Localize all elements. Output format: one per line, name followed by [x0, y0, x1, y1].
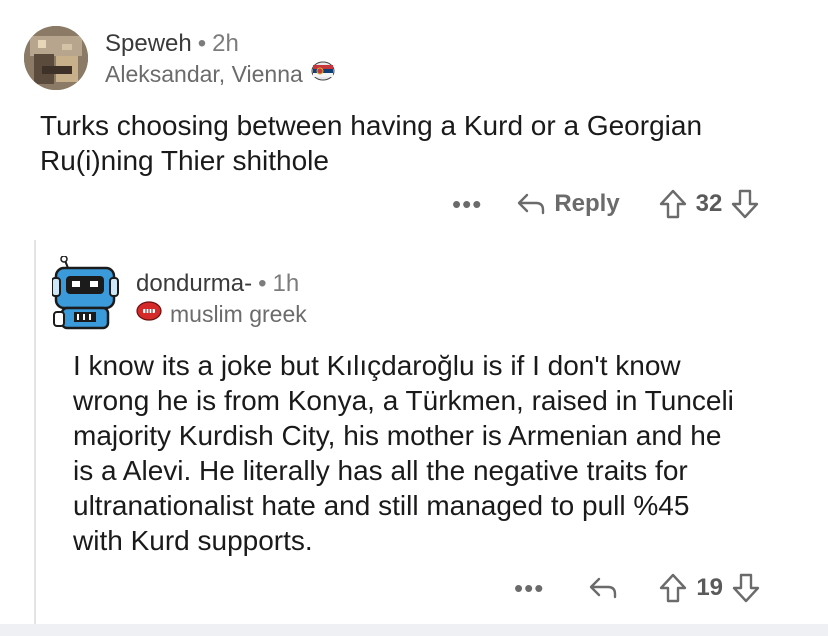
comment-actions: ••• Reply 32	[452, 188, 760, 220]
reply-button[interactable]: Reply	[516, 190, 620, 218]
upvote-arrow-icon[interactable]	[658, 572, 688, 604]
comment-text-line: I know its a joke but Kılıçdaroğlu is if…	[73, 350, 681, 381]
downvote-arrow-icon[interactable]	[730, 188, 760, 220]
upvote-arrow-icon[interactable]	[658, 188, 688, 220]
bottom-bar	[0, 624, 828, 636]
reply-arrow-icon	[590, 577, 617, 599]
user-flair: muslim greek	[136, 300, 307, 328]
comment-text-line: ultranationalist hate and still managed …	[73, 490, 690, 521]
red-face-emoji-icon	[136, 300, 162, 328]
comment-actions: ••• 19	[514, 572, 761, 604]
comment-meta: dondurma- • 1h	[136, 270, 299, 298]
reply-button[interactable]	[588, 575, 618, 601]
author-name[interactable]: Speweh	[105, 30, 192, 58]
comment-text-line: majority Kurdish City, his mother is Arm…	[73, 420, 722, 451]
more-options-button[interactable]: •••	[452, 189, 482, 220]
meta-separator: •	[258, 270, 267, 297]
reply-arrow-icon	[518, 193, 545, 215]
comment-body: Turks choosing between having a Kurd or …	[40, 108, 800, 178]
user-avatar-photo-icon	[24, 26, 88, 90]
vote-controls: 32	[658, 188, 761, 220]
comment-text-line: with Kurd supports.	[73, 525, 313, 556]
comment-meta: Speweh • 2h	[105, 30, 239, 58]
comment-text-line: Ru(i)ning Thier shithole	[40, 145, 329, 176]
comment-text-line: wrong he is from Konya, a Türkmen, raise…	[73, 385, 734, 416]
serbia-flag-emoji-icon	[311, 60, 335, 88]
more-options-button[interactable]: •••	[514, 573, 544, 604]
vote-score: 32	[695, 190, 723, 217]
avatar[interactable]	[52, 256, 120, 332]
reply-label: Reply	[554, 190, 620, 217]
comment-1: Speweh • 2h Aleksandar, Vienna Turks cho…	[0, 0, 828, 240]
meta-separator: •	[197, 30, 207, 57]
avatar[interactable]	[24, 26, 88, 90]
vote-score: 19	[696, 574, 724, 601]
user-flair: Aleksandar, Vienna	[105, 60, 335, 88]
downvote-arrow-icon[interactable]	[731, 572, 761, 604]
comment-body: I know its a joke but Kılıçdaroğlu is if…	[73, 348, 813, 558]
flair-text: muslim greek	[170, 300, 307, 327]
comment-text-line: Turks choosing between having a Kurd or …	[40, 110, 703, 141]
robot-avatar-icon	[52, 256, 119, 330]
author-name[interactable]: dondurma-	[136, 270, 252, 298]
vote-controls: 19	[658, 572, 761, 604]
comment-text-line: is a Alevi. He literally has all the neg…	[73, 455, 688, 486]
comment-time: 2h	[212, 30, 239, 57]
comment-2: dondurma- • 1h muslim greek I know its a…	[0, 240, 828, 630]
flair-text: Aleksandar, Vienna	[105, 60, 303, 87]
comment-time: 1h	[272, 270, 300, 297]
